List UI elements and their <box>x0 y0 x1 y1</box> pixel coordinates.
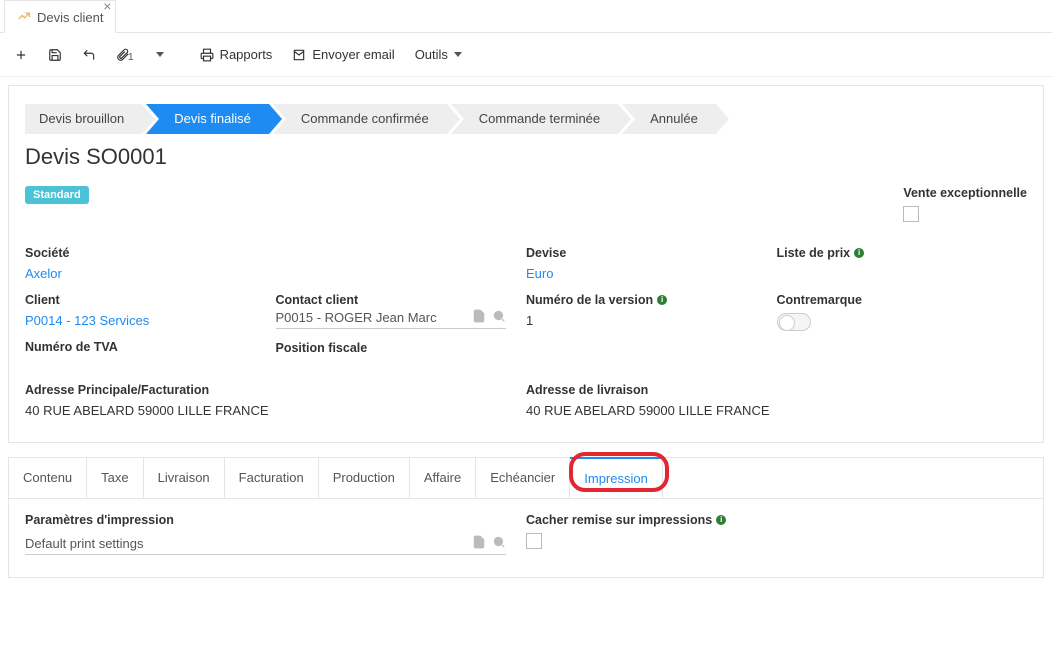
tab-livraison[interactable]: Livraison <box>144 458 225 498</box>
step-finalized[interactable]: Devis finalisé <box>146 104 269 134</box>
reports-button[interactable]: Rapports <box>194 43 279 66</box>
step-label: Devis finalisé <box>174 111 251 126</box>
hide-discount-checkbox[interactable] <box>526 533 542 549</box>
price-list-label: Liste de prix i <box>777 246 1008 260</box>
currency-label: Devise <box>526 246 757 260</box>
workflow-steps: Devis brouillon Devis finalisé Commande … <box>25 104 1027 134</box>
tab-impression[interactable]: Impression <box>570 457 663 498</box>
app-tab-devis-client[interactable]: Devis client × <box>4 0 116 33</box>
print-settings-label: Paramètres d'impression <box>25 513 506 527</box>
countermark-label: Contremarque <box>777 293 1008 307</box>
vat-label: Numéro de TVA <box>25 340 256 354</box>
tools-menu[interactable]: Outils <box>409 43 468 66</box>
search-icon[interactable] <box>492 309 506 323</box>
reports-label: Rapports <box>220 47 273 62</box>
back-button[interactable] <box>76 44 102 66</box>
step-cancelled[interactable]: Annulée <box>622 104 716 134</box>
contact-input[interactable]: P0015 - ROGER Jean Marc <box>276 307 506 329</box>
file-icon[interactable] <box>472 309 486 323</box>
info-icon[interactable]: i <box>657 295 667 305</box>
hide-discount-label: Cacher remise sur impressions i <box>526 513 1007 527</box>
detail-tabs-card: Contenu Taxe Livraison Facturation Produ… <box>8 457 1044 578</box>
step-completed[interactable]: Commande terminée <box>451 104 618 134</box>
save-button[interactable] <box>42 44 68 66</box>
file-icon[interactable] <box>472 535 486 549</box>
tab-contenu[interactable]: Contenu <box>9 458 87 498</box>
record-title: Devis SO0001 <box>25 144 1027 170</box>
company-label: Société <box>25 246 256 260</box>
more-menu[interactable] <box>150 48 170 61</box>
version-value: 1 <box>526 313 757 328</box>
new-button[interactable] <box>8 44 34 66</box>
step-label: Devis brouillon <box>39 111 124 126</box>
delivery-address-label: Adresse de livraison <box>526 383 1007 397</box>
attachments-button[interactable]: 1 <box>110 44 142 66</box>
chevron-down-icon <box>454 52 462 57</box>
attachments-count: 1 <box>128 52 134 63</box>
step-confirmed[interactable]: Commande confirmée <box>273 104 447 134</box>
exceptional-sale-label: Vente exceptionnelle <box>903 186 1027 200</box>
step-label: Commande terminée <box>479 111 600 126</box>
main-address-label: Adresse Principale/Facturation <box>25 383 506 397</box>
currency-link[interactable]: Euro <box>526 266 553 281</box>
exceptional-sale-checkbox[interactable] <box>903 206 919 222</box>
print-settings-value: Default print settings <box>25 536 144 551</box>
toolbar: 1 Rapports Envoyer email Outils <box>0 33 1052 77</box>
company-link[interactable]: Axelor <box>25 266 62 281</box>
fiscal-position-label: Position fiscale <box>276 341 507 355</box>
detail-tab-strip: Contenu Taxe Livraison Facturation Produ… <box>9 458 1043 499</box>
main-address-value: 40 RUE ABELARD 59000 LILLE FRANCE <box>25 403 506 418</box>
step-label: Commande confirmée <box>301 111 429 126</box>
countermark-toggle[interactable] <box>777 313 811 331</box>
send-email-label: Envoyer email <box>312 47 394 62</box>
info-icon[interactable]: i <box>716 515 726 525</box>
record-card: Devis brouillon Devis finalisé Commande … <box>8 85 1044 443</box>
tab-taxe[interactable]: Taxe <box>87 458 143 498</box>
tab-facturation[interactable]: Facturation <box>225 458 319 498</box>
send-email-button[interactable]: Envoyer email <box>286 43 400 66</box>
step-label: Annulée <box>650 111 698 126</box>
tools-label: Outils <box>415 47 448 62</box>
chart-line-icon <box>17 9 31 26</box>
step-draft[interactable]: Devis brouillon <box>25 104 142 134</box>
search-icon[interactable] <box>492 535 506 549</box>
print-settings-input[interactable]: Default print settings <box>25 533 506 555</box>
app-tab-label: Devis client <box>37 10 103 25</box>
delivery-address-value: 40 RUE ABELARD 59000 LILLE FRANCE <box>526 403 1007 418</box>
standard-badge: Standard <box>25 186 89 204</box>
tab-echeancier[interactable]: Echéancier <box>476 458 570 498</box>
client-label: Client <box>25 293 256 307</box>
info-icon[interactable]: i <box>854 248 864 258</box>
chevron-down-icon <box>156 52 164 57</box>
client-link[interactable]: P0014 - 123 Services <box>25 313 149 328</box>
app-tab-bar: Devis client × <box>0 0 1052 33</box>
version-label: Numéro de la version i <box>526 293 757 307</box>
contact-value: P0015 - ROGER Jean Marc <box>276 310 437 325</box>
contact-label: Contact client <box>276 293 507 307</box>
tab-affaire[interactable]: Affaire <box>410 458 476 498</box>
tab-production[interactable]: Production <box>319 458 410 498</box>
close-icon[interactable]: × <box>103 0 111 13</box>
